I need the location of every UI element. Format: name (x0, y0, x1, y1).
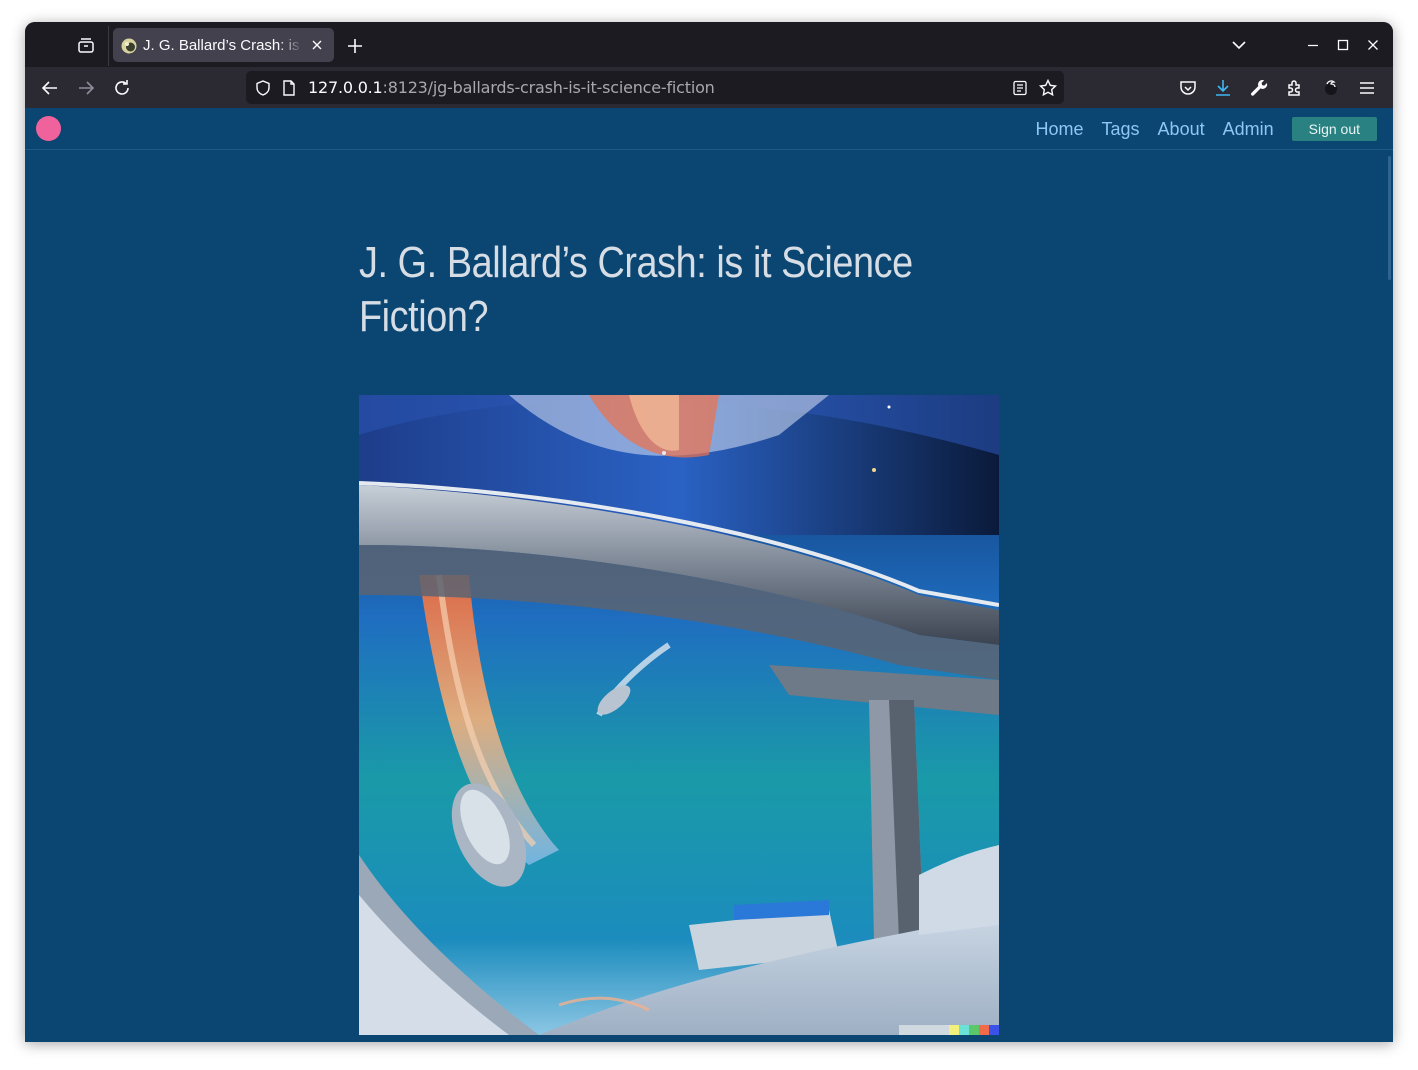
site-header: Home Tags About Admin Sign out (25, 108, 1393, 150)
nav-admin-link[interactable]: Admin (1223, 119, 1274, 140)
new-tab-plus-icon[interactable] (343, 34, 367, 58)
nav-tags-link[interactable]: Tags (1102, 119, 1140, 140)
page-viewport: Home Tags About Admin Sign out J. G. Bal… (25, 108, 1393, 1042)
reload-icon[interactable] (111, 77, 133, 99)
hamburger-menu-icon[interactable] (1356, 77, 1378, 99)
nav-home-link[interactable]: Home (1036, 119, 1084, 140)
navigation-toolbar: 127.0.0.1:8123/jg-ballards-crash-is-it-s… (25, 67, 1393, 108)
active-tab[interactable]: J. G. Ballard’s Crash: is it Science Fic… (113, 28, 334, 62)
tracking-protection-shield-icon[interactable] (254, 79, 272, 97)
window-close-icon[interactable] (1364, 36, 1382, 54)
page-info-icon[interactable] (281, 79, 297, 97)
sign-out-button[interactable]: Sign out (1291, 117, 1377, 141)
post-title: J. G. Ballard’s Crash: is it Science Fic… (359, 238, 913, 341)
back-arrow-icon[interactable] (39, 77, 61, 99)
maximize-icon[interactable] (1334, 36, 1352, 54)
developer-tools-wrench-icon[interactable] (1248, 77, 1270, 99)
firefox-account-icon[interactable] (1320, 77, 1342, 99)
url-text[interactable]: 127.0.0.1:8123/jg-ballards-crash-is-it-s… (308, 78, 715, 98)
downloads-icon[interactable] (1212, 77, 1234, 99)
tab-title: J. G. Ballard’s Crash: is it Science Fic… (143, 37, 303, 54)
browser-window: J. G. Ballard’s Crash: is it Science Fic… (25, 22, 1393, 1042)
site-nav: Home Tags About Admin Sign out (1036, 116, 1377, 142)
extensions-puzzle-icon[interactable] (1284, 77, 1306, 99)
list-all-tabs-chevron-icon[interactable] (1228, 34, 1250, 56)
bookmark-star-icon[interactable] (1038, 78, 1058, 98)
tab-strip-divider (108, 26, 109, 66)
tab-strip: J. G. Ballard’s Crash: is it Science Fic… (25, 22, 1393, 67)
pocket-icon[interactable] (1177, 77, 1199, 99)
page-scrollbar[interactable] (1388, 156, 1391, 280)
url-path: :8123/jg-ballards-crash-is-it-science-fi… (382, 78, 715, 97)
tab-close-icon[interactable] (309, 37, 325, 53)
nav-about-link[interactable]: About (1158, 119, 1205, 140)
site-favicon-icon (121, 38, 137, 54)
minimize-icon[interactable] (1304, 36, 1322, 54)
site-logo[interactable] (36, 116, 61, 141)
reader-view-icon[interactable] (1011, 79, 1029, 97)
tab-overview-icon[interactable] (73, 32, 99, 58)
forward-arrow-icon[interactable] (75, 77, 97, 99)
post-hero-image (359, 395, 999, 1035)
address-bar[interactable]: 127.0.0.1:8123/jg-ballards-crash-is-it-s… (246, 71, 1064, 104)
url-host: 127.0.0.1 (308, 78, 383, 97)
